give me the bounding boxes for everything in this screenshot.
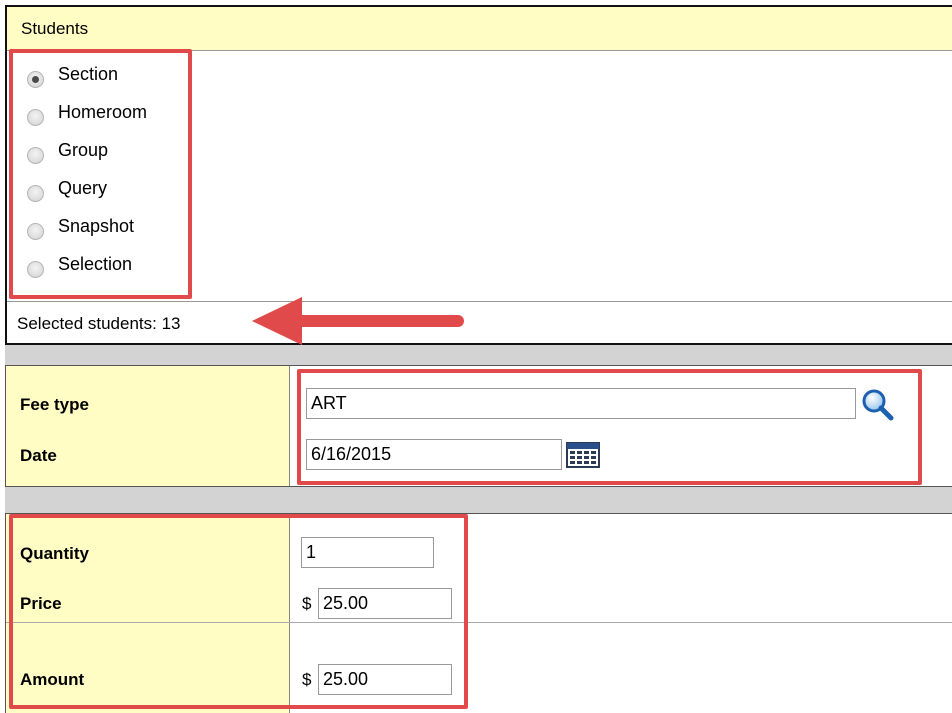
- radio-group-highlight: [9, 49, 192, 299]
- date-label: Date: [20, 446, 57, 465]
- students-footer-divider: [7, 301, 952, 302]
- fee-fields-highlight: [297, 369, 922, 485]
- pricing-highlight: [9, 514, 468, 709]
- selected-students-count: Selected students: 13: [17, 314, 181, 333]
- students-title: Students: [21, 19, 89, 38]
- students-header: Students: [7, 7, 952, 51]
- section-separator-2: [5, 487, 952, 513]
- annotation-arrow-head: [252, 297, 302, 345]
- fee-label-column: [6, 366, 290, 486]
- annotation-arrow-shaft: [294, 315, 464, 327]
- section-separator: [5, 345, 952, 365]
- fee-type-label: Fee type: [20, 395, 89, 414]
